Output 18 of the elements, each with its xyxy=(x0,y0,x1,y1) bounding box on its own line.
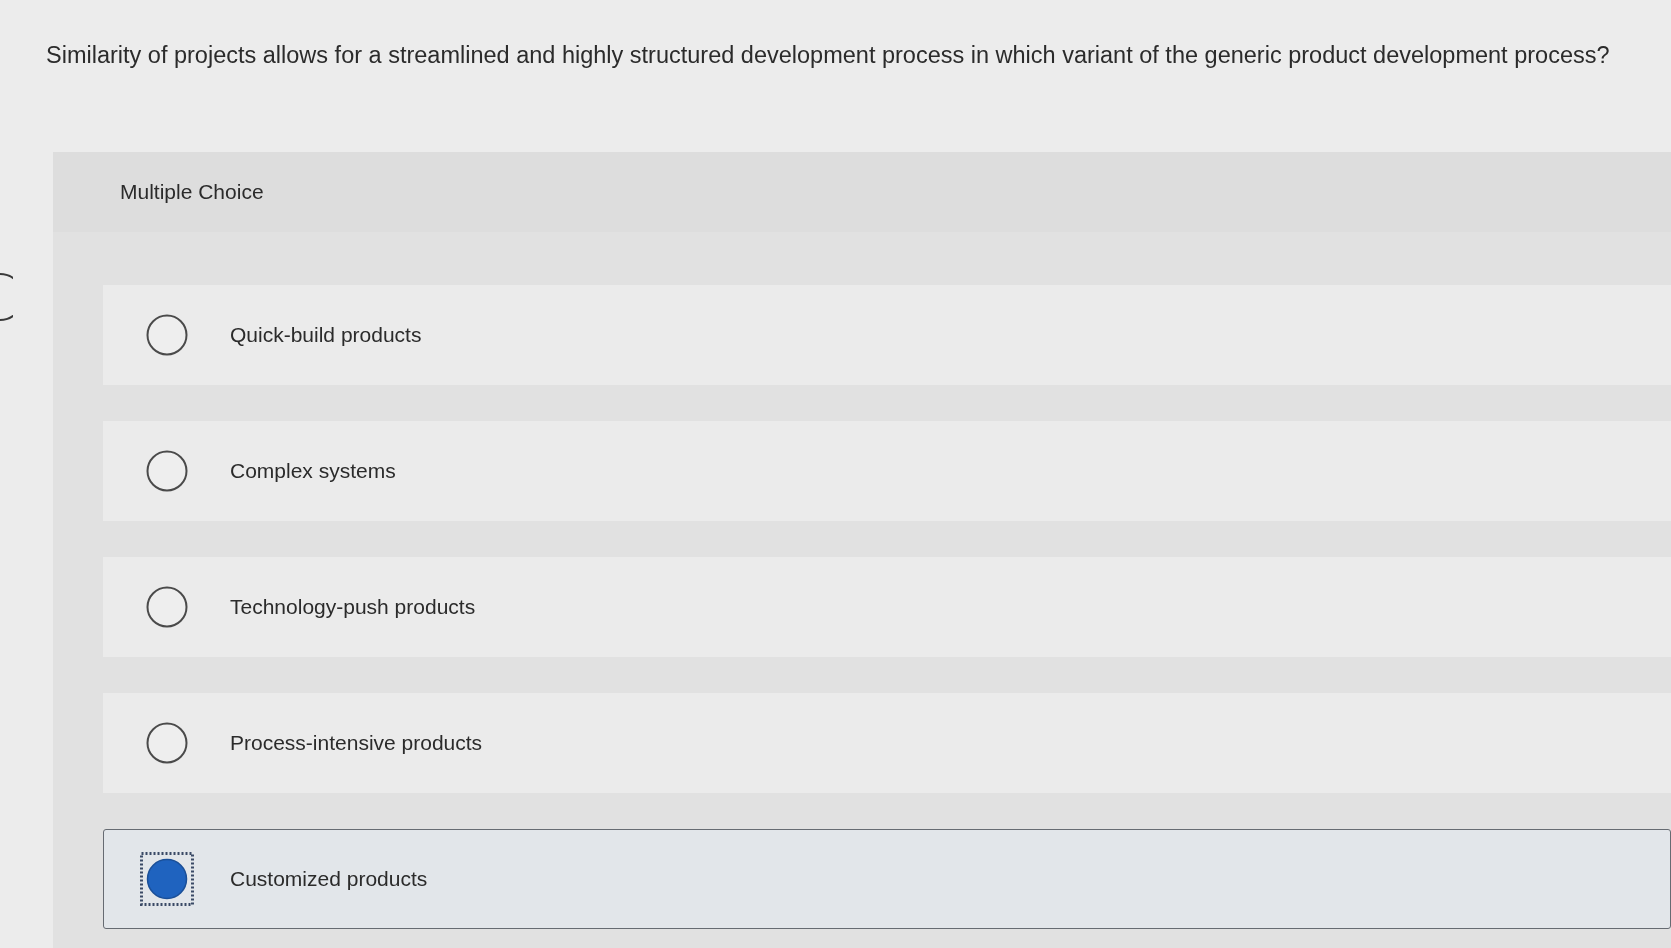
radio-button[interactable] xyxy=(146,450,188,492)
answer-option[interactable]: Technology-push products xyxy=(103,557,1671,657)
radio-button[interactable] xyxy=(140,852,194,906)
panel-heading: Multiple Choice xyxy=(120,179,264,206)
answer-option[interactable]: Process-intensive products xyxy=(103,693,1671,793)
answer-option[interactable]: Quick-build products xyxy=(103,285,1671,385)
option-label: Quick-build products xyxy=(230,322,422,349)
answer-option[interactable]: Complex systems xyxy=(103,421,1671,521)
radio-button[interactable] xyxy=(146,722,188,764)
question-text: Similarity of projects allows for a streamlined and highly structured development process in which variant of the generic product development process? xyxy=(46,41,1610,70)
circle-edge-icon xyxy=(0,272,13,322)
radio-button[interactable] xyxy=(146,586,188,628)
option-label: Process-intensive products xyxy=(230,730,483,757)
option-label: Customized products xyxy=(230,866,428,893)
option-label: Complex systems xyxy=(230,458,396,485)
radio-button[interactable] xyxy=(146,314,188,356)
option-label: Technology-push products xyxy=(230,594,476,621)
answer-option[interactable]: Customized products xyxy=(103,829,1671,929)
